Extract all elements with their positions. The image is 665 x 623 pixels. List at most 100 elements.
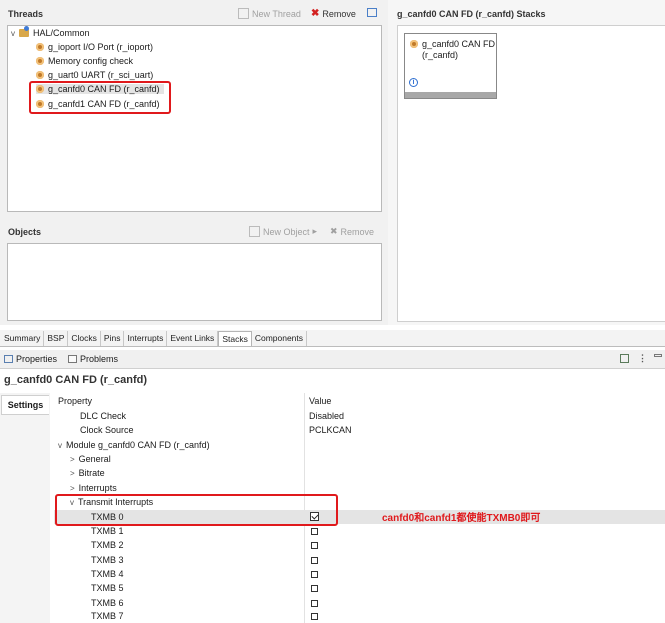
property-label: Clock Source — [80, 425, 134, 435]
folder-icon — [19, 26, 29, 37]
table-row[interactable]: > General — [54, 452, 665, 466]
chevron-right-icon[interactable]: > — [70, 455, 75, 464]
annotation-text: canfd0和canfd1都使能TXMB0即可 — [382, 513, 541, 524]
threads-title: Threads — [8, 9, 44, 19]
txmb6-checkbox[interactable] — [311, 600, 318, 607]
highlight-box-txmb0 — [55, 494, 338, 526]
txmb1-checkbox[interactable] — [311, 528, 318, 535]
editor-tabs-bar: Summary BSP Clocks Pins Interrupts Event… — [0, 330, 665, 347]
table-row[interactable]: DLC Check Disabled — [54, 409, 665, 423]
pin-view-icon[interactable] — [620, 354, 629, 363]
txmb5-checkbox[interactable] — [311, 585, 318, 592]
tree-node-memory-check[interactable]: Memory config check — [36, 56, 133, 66]
info-icon[interactable]: i — [409, 78, 418, 87]
property-label: Module g_canfd0 CAN FD (r_canfd) — [66, 440, 210, 450]
problems-view-label: Problems — [80, 354, 119, 364]
table-row[interactable]: TXMB 7 — [54, 609, 665, 623]
table-row[interactable]: TXMB 1 — [54, 524, 665, 538]
tree-node-uart0[interactable]: g_uart0 UART (r_sci_uart) — [36, 70, 153, 80]
new-object-button[interactable]: New Object ▸ — [249, 226, 317, 237]
tab-summary[interactable]: Summary — [1, 331, 45, 346]
view-menu-icon[interactable]: ⋮ — [638, 353, 647, 364]
new-thread-icon — [238, 8, 249, 19]
settings-tab[interactable]: Settings — [1, 395, 49, 415]
new-thread-button[interactable]: New Thread — [238, 8, 301, 19]
property-label: TXMB 6 — [91, 598, 124, 608]
table-row[interactable]: TXMB 5 — [54, 581, 665, 595]
table-row[interactable]: v Module g_canfd0 CAN FD (r_canfd) — [54, 438, 665, 452]
properties-view-bar: Properties Problems ⋮ — [0, 350, 665, 369]
tab-pins[interactable]: Pins — [101, 331, 125, 346]
module-gear-icon — [36, 43, 44, 51]
tab-bsp[interactable]: BSP — [44, 331, 69, 346]
stack-block-line2: (r_canfd) — [422, 50, 459, 60]
property-header-row: Property Value — [54, 394, 665, 408]
remove-icon-disabled: ✖ — [330, 226, 338, 236]
remove-object-button[interactable]: ✖ Remove — [330, 226, 374, 237]
tab-interrupts[interactable]: Interrupts — [124, 331, 168, 346]
property-label: General — [78, 454, 111, 464]
property-label: TXMB 3 — [91, 555, 124, 565]
new-object-label: New Object — [263, 226, 310, 237]
chevron-down-icon: v — [11, 28, 15, 38]
remove-thread-button[interactable]: ✖ Remove — [311, 8, 356, 19]
property-label: TXMB 5 — [91, 583, 124, 593]
table-row[interactable]: TXMB 2 — [54, 538, 665, 552]
property-value[interactable]: Disabled — [309, 411, 344, 421]
tree-node-label: HAL/Common — [33, 28, 90, 38]
table-row[interactable]: > Interrupts — [54, 481, 665, 495]
table-row[interactable]: TXMB 3 — [54, 553, 665, 567]
txmb7-checkbox[interactable] — [311, 613, 318, 620]
property-label: TXMB 4 — [91, 569, 124, 579]
txmb4-checkbox[interactable] — [311, 571, 318, 578]
column-header-value: Value — [309, 396, 332, 406]
tab-clocks[interactable]: Clocks — [68, 331, 101, 346]
property-label: DLC Check — [80, 411, 127, 421]
tree-node-label: g_ioport I/O Port (r_ioport) — [48, 42, 154, 52]
module-gear-icon — [36, 57, 44, 65]
minimize-icon[interactable] — [654, 354, 662, 357]
stacks-title: g_canfd0 CAN FD (r_canfd) Stacks — [397, 9, 546, 19]
chevron-down-icon[interactable]: v — [58, 441, 62, 450]
property-label: TXMB 1 — [91, 526, 124, 536]
tree-node-label: Memory config check — [48, 56, 134, 66]
new-thread-label: New Thread — [252, 8, 301, 19]
objects-list — [7, 243, 382, 321]
property-label: TXMB 7 — [91, 611, 124, 621]
module-gear-icon — [410, 40, 418, 48]
property-label: Bitrate — [78, 468, 105, 478]
stack-block-line1: g_canfd0 CAN FD — [422, 39, 496, 49]
tree-node-label: g_uart0 UART (r_sci_uart) — [48, 70, 154, 80]
chevron-right-icon[interactable]: > — [70, 484, 75, 493]
tab-components[interactable]: Components — [252, 331, 308, 346]
table-row[interactable]: TXMB 4 — [54, 567, 665, 581]
column-header-property: Property — [58, 396, 93, 406]
table-row[interactable]: TXMB 6 — [54, 596, 665, 610]
stack-block-footer — [405, 92, 496, 98]
properties-view-tab[interactable]: Properties — [4, 354, 57, 364]
dropdown-arrow-icon: ▸ — [312, 226, 318, 236]
property-label: TXMB 2 — [91, 540, 124, 550]
problems-view-tab[interactable]: Problems — [68, 354, 118, 364]
collapse-all-icon[interactable] — [367, 8, 377, 17]
tree-node-hal-common[interactable]: v HAL/Common — [11, 26, 90, 38]
property-value[interactable]: PCLKCAN — [309, 425, 352, 435]
stack-block-canfd0[interactable]: g_canfd0 CAN FD (r_canfd) i — [404, 33, 497, 99]
table-row[interactable]: > Bitrate — [54, 466, 665, 480]
txmb2-checkbox[interactable] — [311, 542, 318, 549]
table-row[interactable]: Clock Source PCLKCAN — [54, 423, 665, 437]
txmb3-checkbox[interactable] — [311, 557, 318, 564]
remove-icon: ✖ — [311, 8, 320, 19]
property-label: Interrupts — [78, 483, 117, 493]
settings-sidebar — [0, 393, 51, 623]
threads-tree: v HAL/Common g_ioport I/O Port (r_ioport… — [7, 25, 382, 212]
tab-event-links[interactable]: Event Links — [167, 331, 219, 346]
remove-thread-label: Remove — [322, 8, 356, 19]
tab-stacks[interactable]: Stacks — [218, 331, 252, 346]
properties-view-label: Properties — [16, 354, 58, 364]
tree-node-ioport[interactable]: g_ioport I/O Port (r_ioport) — [36, 42, 153, 52]
chevron-right-icon[interactable]: > — [70, 469, 75, 478]
properties-icon — [4, 355, 13, 363]
highlight-box-canfd-threads — [29, 81, 171, 114]
objects-title: Objects — [8, 227, 42, 237]
